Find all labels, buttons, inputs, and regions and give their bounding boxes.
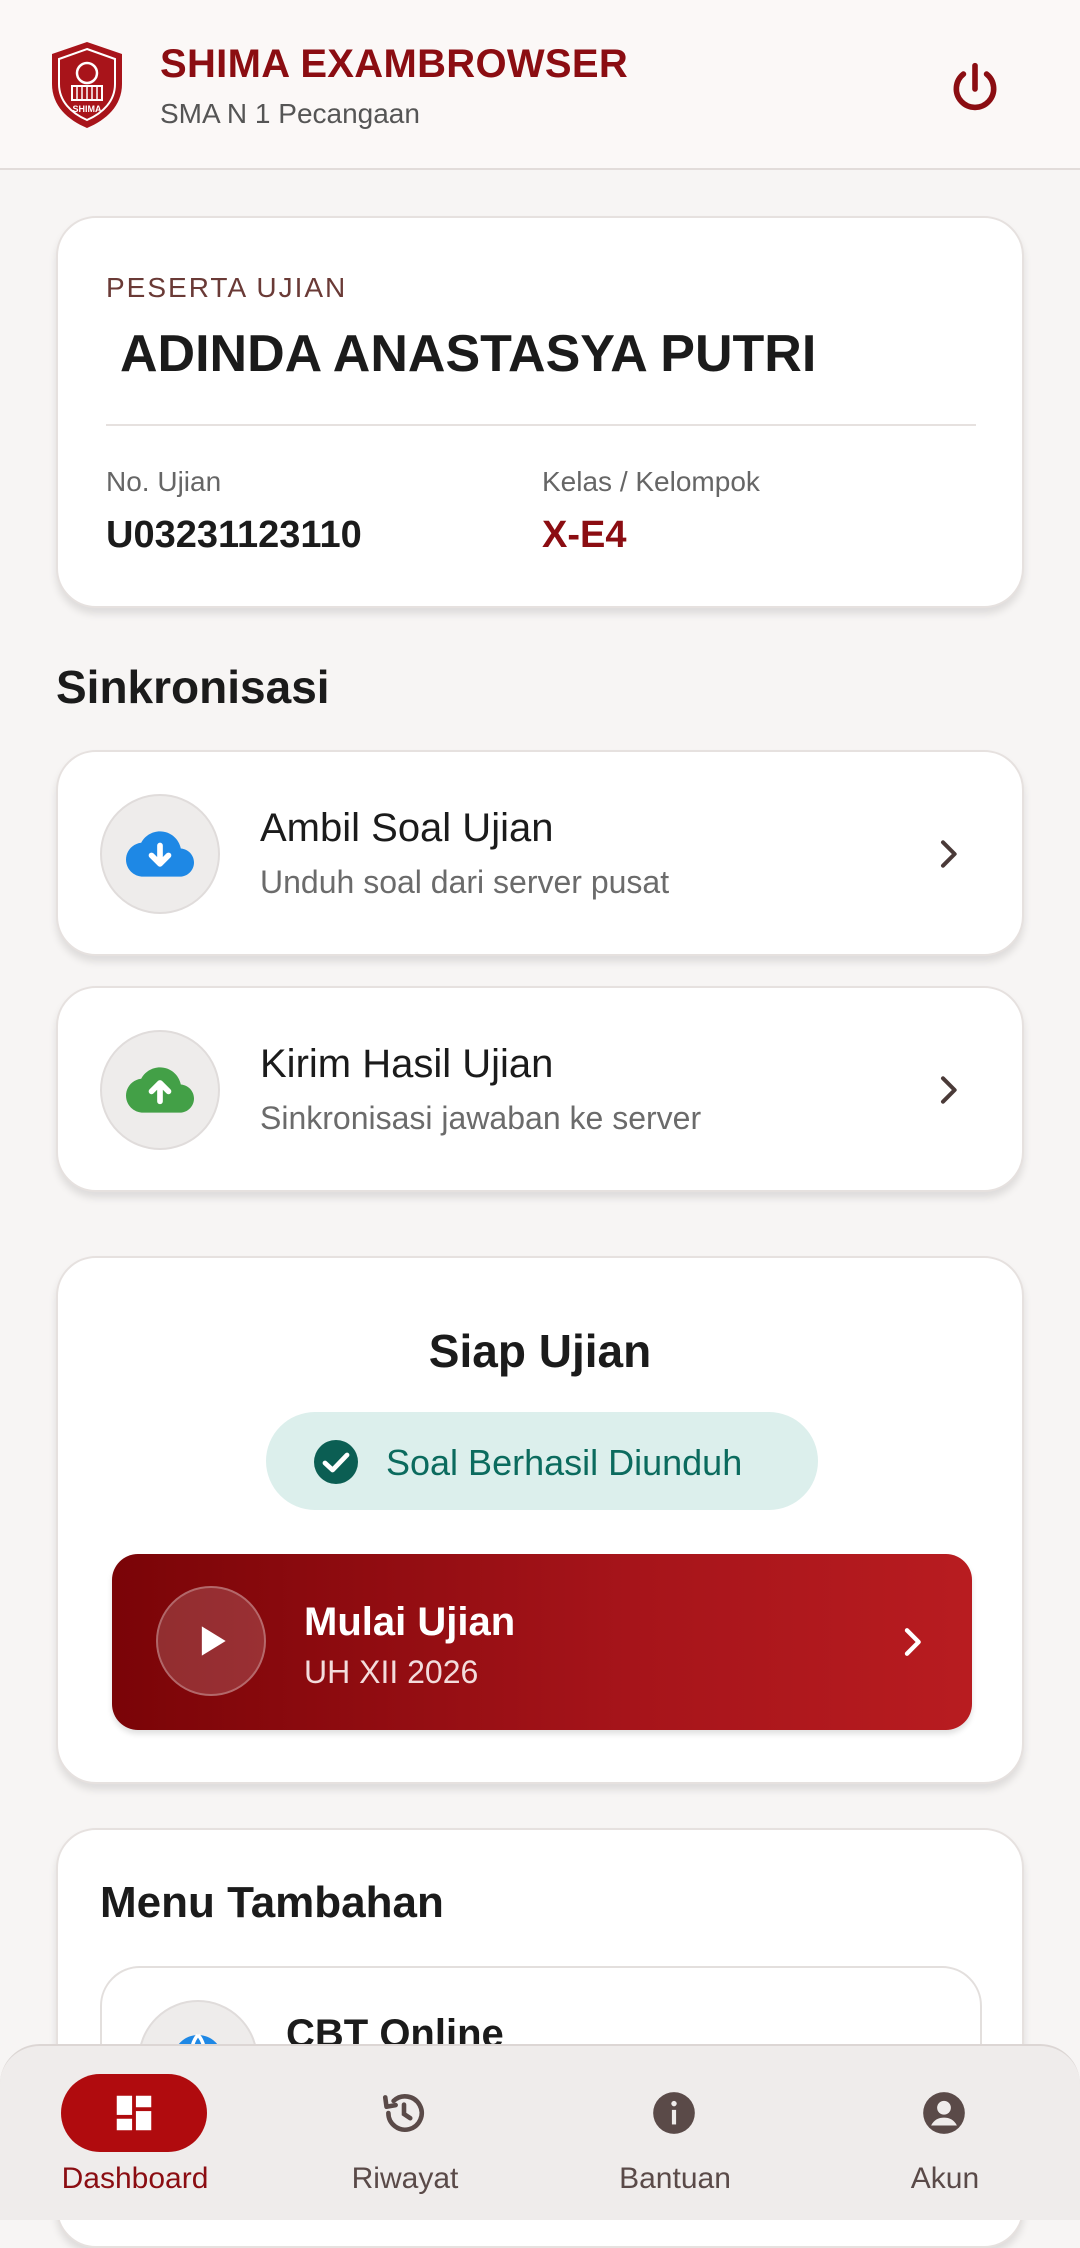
cloud-download-icon: [126, 831, 194, 877]
exam-name: UH XII 2026: [304, 1654, 479, 1690]
sync-item-subtitle: Unduh soal dari server pusat: [260, 864, 670, 900]
logo-text: SHIMA: [73, 104, 103, 114]
nav-label: Dashboard: [61, 2162, 209, 2195]
exam-number-label: No. Ujian: [106, 466, 222, 497]
account-icon: [923, 2092, 965, 2134]
nav-dashboard[interactable]: Dashboard: [0, 2046, 270, 2222]
nav-icon-holder: [871, 2074, 1017, 2152]
cloud-upload-icon: [126, 1067, 194, 1113]
chevron-right-icon: [904, 1628, 921, 1656]
participant-card: PESERTA UJIAN ADINDA ANASTASYA PUTRI No.…: [56, 216, 1024, 608]
info-icon: [653, 2092, 695, 2134]
participant-label: PESERTA UJIAN: [106, 272, 348, 303]
nav-active-indicator: [61, 2074, 207, 2152]
chevron-right-icon: [941, 840, 957, 868]
nav-label: Riwayat: [351, 2162, 459, 2195]
logout-button[interactable]: [940, 54, 1010, 124]
check-circle-icon: [314, 1440, 358, 1484]
play-icon: [201, 1626, 226, 1656]
download-questions-button[interactable]: Ambil Soal Ujian Unduh soal dari server …: [56, 750, 1024, 956]
bottom-navigation: Dashboard Riwayat Bantuan Akun: [0, 2044, 1080, 2220]
status-text: Soal Berhasil Diunduh: [386, 1442, 743, 1483]
app-title: SHIMA EXAMBROWSER: [160, 42, 629, 86]
nav-help[interactable]: Bantuan: [540, 2046, 810, 2222]
class-value: X-E4: [542, 514, 627, 556]
sync-item-title: Kirim Hasil Ujian: [260, 1042, 554, 1086]
school-logo-icon: SHIMA: [48, 40, 126, 130]
ready-title: Siap Ujian: [428, 1325, 652, 1377]
nav-label: Akun: [910, 2162, 980, 2195]
nav-account[interactable]: Akun: [810, 2046, 1080, 2222]
play-button-circle: [156, 1586, 266, 1696]
divider: [106, 424, 976, 426]
school-name: SMA N 1 Pecangaan: [160, 98, 420, 129]
status-badge: Soal Berhasil Diunduh: [266, 1412, 818, 1510]
icon-circle: [100, 1030, 220, 1150]
section-title-sync: Sinkronisasi: [56, 661, 330, 713]
nav-icon-holder: [331, 2074, 477, 2152]
history-icon: [382, 2094, 424, 2132]
app-header: SHIMA SHIMA EXAMBROWSER SMA N 1 Pecangaa…: [0, 0, 1080, 170]
sync-item-subtitle: Sinkronisasi jawaban ke server: [260, 1100, 702, 1136]
nav-history[interactable]: Riwayat: [270, 2046, 540, 2222]
chevron-right-icon: [941, 1076, 957, 1104]
ready-card: Siap Ujian Soal Berhasil Diunduh Mulai U…: [56, 1256, 1024, 1784]
dashboard-icon: [116, 2095, 152, 2131]
nav-label: Bantuan: [619, 2162, 731, 2195]
icon-circle: [100, 794, 220, 914]
class-label: Kelas / Kelompok: [542, 466, 760, 497]
power-icon: [953, 62, 997, 111]
participant-name: ADINDA ANASTASYA PUTRI: [120, 325, 817, 383]
upload-results-button[interactable]: Kirim Hasil Ujian Sinkronisasi jawaban k…: [56, 986, 1024, 1192]
exam-number-value: U03231123110: [106, 514, 362, 556]
start-exam-title: Mulai Ujian: [304, 1600, 516, 1644]
nav-icon-holder: [601, 2074, 747, 2152]
sync-item-title: Ambil Soal Ujian: [260, 806, 554, 850]
extra-menu-title: Menu Tambahan: [100, 1878, 444, 1927]
start-exam-button[interactable]: Mulai Ujian UH XII 2026: [112, 1554, 972, 1730]
